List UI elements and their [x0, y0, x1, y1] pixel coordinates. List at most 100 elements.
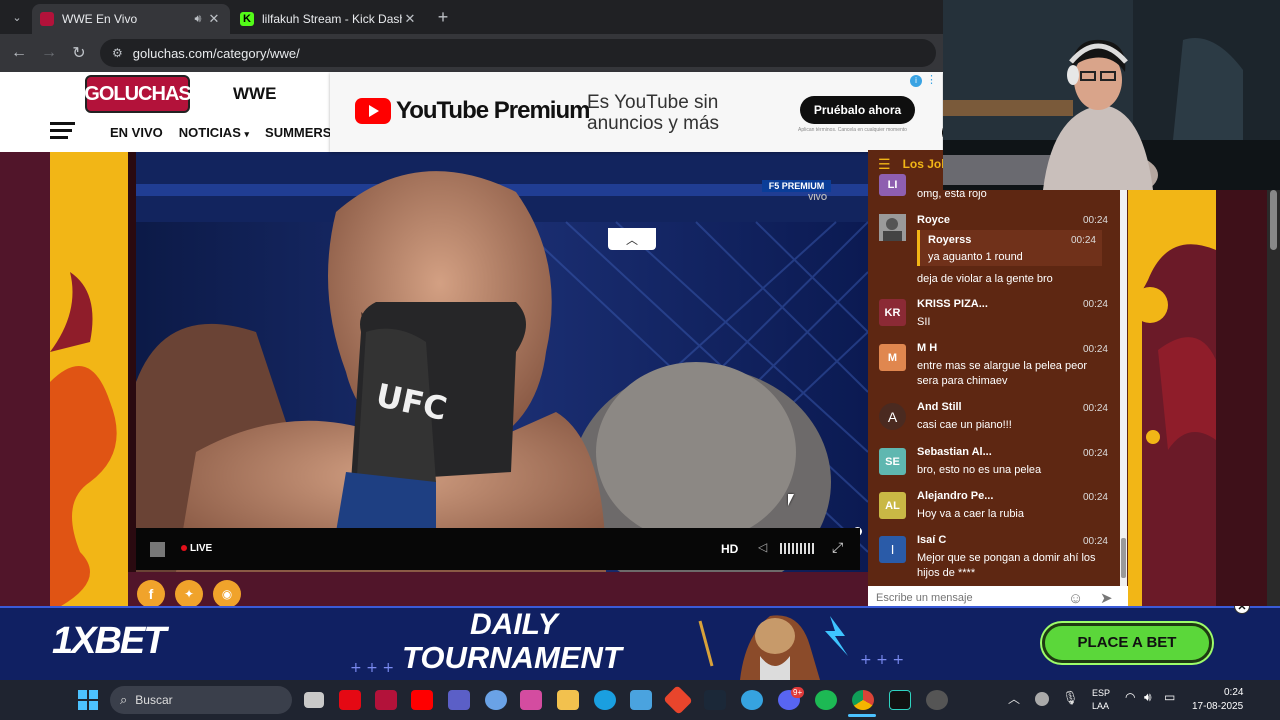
ad-brand: YouTube Premium — [396, 97, 590, 124]
chat-message: A And Still 00:24 casi cae un piano!!! — [868, 401, 1116, 441]
speaker-icon[interactable]: 🔊︎ — [190, 13, 206, 26]
ad-options-icon[interactable]: ⋮ — [926, 73, 937, 86]
menu-noticias[interactable]: NOTICIAS ▾ — [179, 125, 249, 140]
app-icon[interactable] — [889, 690, 911, 710]
chat-input[interactable] — [876, 590, 1056, 606]
username[interactable]: M H — [917, 342, 937, 354]
forward-arrow-icon[interactable]: → — [34, 38, 64, 68]
ad-info-icon[interactable]: i — [910, 75, 922, 87]
discord-badge: 9+ — [791, 687, 805, 698]
ad-cta-button[interactable]: Pruébalo ahora — [800, 96, 915, 124]
message-text: entre mas se alargue la pelea peor sera … — [917, 360, 1087, 387]
username[interactable]: Royce — [917, 214, 950, 226]
webcam-overlay — [943, 0, 1280, 190]
new-tab-button[interactable]: + — [428, 2, 458, 32]
back-arrow-icon[interactable]: ← — [4, 38, 34, 68]
1xbet-ad-banner[interactable]: + + + + + + 1XBET DAILY TOURNAMENT PLACE… — [0, 606, 1280, 680]
hamburger-menu-icon[interactable] — [50, 122, 75, 140]
message-text: SII — [917, 316, 931, 328]
netflix-icon[interactable] — [339, 690, 361, 710]
youtube-icon[interactable] — [411, 690, 433, 710]
username[interactable]: Alejandro Pe... — [917, 490, 993, 502]
send-icon[interactable]: ➤ — [1100, 589, 1113, 607]
chat-channel-name: Los Job — [902, 157, 949, 171]
youtube-logo-icon — [355, 98, 391, 124]
close-tab-icon[interactable]: ✕ — [402, 11, 418, 27]
username[interactable]: Isaí C — [917, 534, 946, 546]
site-info-icon[interactable]: ⚙ — [112, 46, 123, 60]
chat-message: M M H 00:24 entre mas se alargue la pele… — [868, 342, 1116, 392]
steam-icon[interactable] — [704, 690, 726, 710]
chat-scrollbar-thumb[interactable] — [1121, 538, 1126, 578]
reply-time: 00:24 — [1070, 235, 1096, 246]
volume-icon[interactable]: ◁ — [758, 540, 767, 554]
message-text: Hoy va a caer la rubia — [917, 508, 1024, 520]
tray-chevron-icon[interactable]: ︿ — [1008, 690, 1020, 707]
menu-en-vivo[interactable]: EN VIVO — [110, 125, 163, 140]
teams-icon[interactable] — [448, 690, 470, 710]
edge-icon[interactable] — [594, 690, 616, 710]
app-icon[interactable] — [741, 690, 763, 710]
reload-icon[interactable]: ↻ — [64, 38, 94, 68]
1xbet-logo: 1XBET — [52, 620, 166, 662]
battery-icon[interactable]: ▭ — [1164, 690, 1175, 704]
svg-text:+ + +: + + + — [350, 660, 394, 676]
copilot-icon[interactable] — [520, 690, 542, 710]
tray-app-icon[interactable] — [1035, 692, 1049, 706]
youtube-premium-ad[interactable]: YouTube Premium Es YouTube sin anuncios … — [330, 72, 942, 152]
ad-title-line-2: TOURNAMENT — [402, 640, 622, 675]
username[interactable]: KRISS PIZA... — [917, 298, 988, 310]
message-text: casi cae un piano!!! — [917, 419, 1012, 431]
windows-start-icon[interactable] — [78, 690, 98, 710]
task-view-icon[interactable] — [304, 692, 324, 708]
spotify-icon[interactable] — [815, 690, 837, 710]
goluchas-logo[interactable]: GOLUCHAS — [84, 75, 192, 113]
address-bar[interactable]: ⚙ goluchas.com/category/wwe/ — [100, 39, 936, 67]
web-page: GOLUCHAS WWE EN VIVO NOTICIAS ▾ SUMMERSL… — [0, 72, 943, 606]
avatar: AL — [879, 492, 906, 519]
video-player[interactable]: UFC F5 PREMIUM VIVO ︿ — [128, 152, 868, 572]
clock-date[interactable]: 17-08-2025 — [1192, 701, 1243, 712]
volume-slider[interactable] — [780, 543, 814, 554]
wifi-icon[interactable]: ◠ — [1125, 690, 1135, 704]
twitter-icon[interactable]: ✦ — [175, 580, 203, 608]
page-scrollbar-thumb[interactable] — [1270, 190, 1277, 250]
app-icon[interactable] — [485, 690, 507, 710]
tab-wwe-en-vivo[interactable]: WWE En Vivo 🔊︎ ✕ — [32, 4, 230, 34]
facebook-icon[interactable]: f — [137, 580, 165, 608]
keyboard-layout[interactable]: LAA — [1092, 701, 1109, 711]
hd-quality-button[interactable]: HD — [721, 542, 738, 556]
chat-scrollbar-track[interactable] — [1120, 178, 1127, 586]
language-code[interactable]: ESP — [1092, 688, 1110, 698]
kick-favicon-icon: K — [240, 12, 254, 26]
fullscreen-icon[interactable]: ⤢ — [832, 539, 843, 556]
collapse-ad-chevron-icon[interactable]: ︿ — [608, 228, 656, 250]
volume-tray-icon[interactable]: 🔊︎ — [1144, 690, 1152, 705]
file-explorer-icon[interactable] — [557, 690, 579, 710]
emoji-icon[interactable]: ☺ — [1068, 590, 1083, 607]
tab-kick-dashboard[interactable]: K lilfakuh Stream - Kick Dashboard ✕ — [232, 4, 426, 34]
app-icon[interactable] — [926, 690, 948, 710]
main-menu: EN VIVO NOTICIAS ▾ SUMMERSLA — [110, 125, 349, 140]
username[interactable]: Sebastian Al... — [917, 446, 992, 458]
chat-menu-icon[interactable]: ☰ — [878, 156, 891, 173]
microphone-icon[interactable]: 🎙︎ — [1062, 690, 1079, 706]
page-scrollbar-track[interactable] — [1267, 150, 1280, 680]
stop-icon[interactable] — [150, 542, 165, 557]
place-bet-button[interactable]: PLACE A BET — [1042, 623, 1212, 663]
right-margin — [1216, 190, 1267, 606]
discord-icon[interactable]: ◉ — [213, 580, 241, 608]
svg-text:+ + +: + + + — [860, 652, 904, 668]
tab-list-chevron-icon[interactable]: ⌄ — [2, 2, 32, 32]
username[interactable]: And Still — [917, 401, 962, 413]
app-icon[interactable] — [375, 690, 397, 710]
taskbar-search[interactable]: ⌕ Buscar — [110, 686, 292, 714]
chrome-icon[interactable] — [852, 690, 874, 710]
store-icon[interactable] — [630, 690, 652, 710]
close-tab-icon[interactable]: ✕ — [206, 11, 222, 27]
message-time: 00:24 — [1082, 536, 1108, 547]
chat-message: SE Sebastian Al... 00:24 bro, esto no es… — [868, 446, 1116, 486]
f5-vivo-label: VIVO — [808, 193, 828, 202]
clock-time[interactable]: 0:24 — [1224, 687, 1243, 698]
mouse-cursor-icon — [788, 494, 794, 506]
